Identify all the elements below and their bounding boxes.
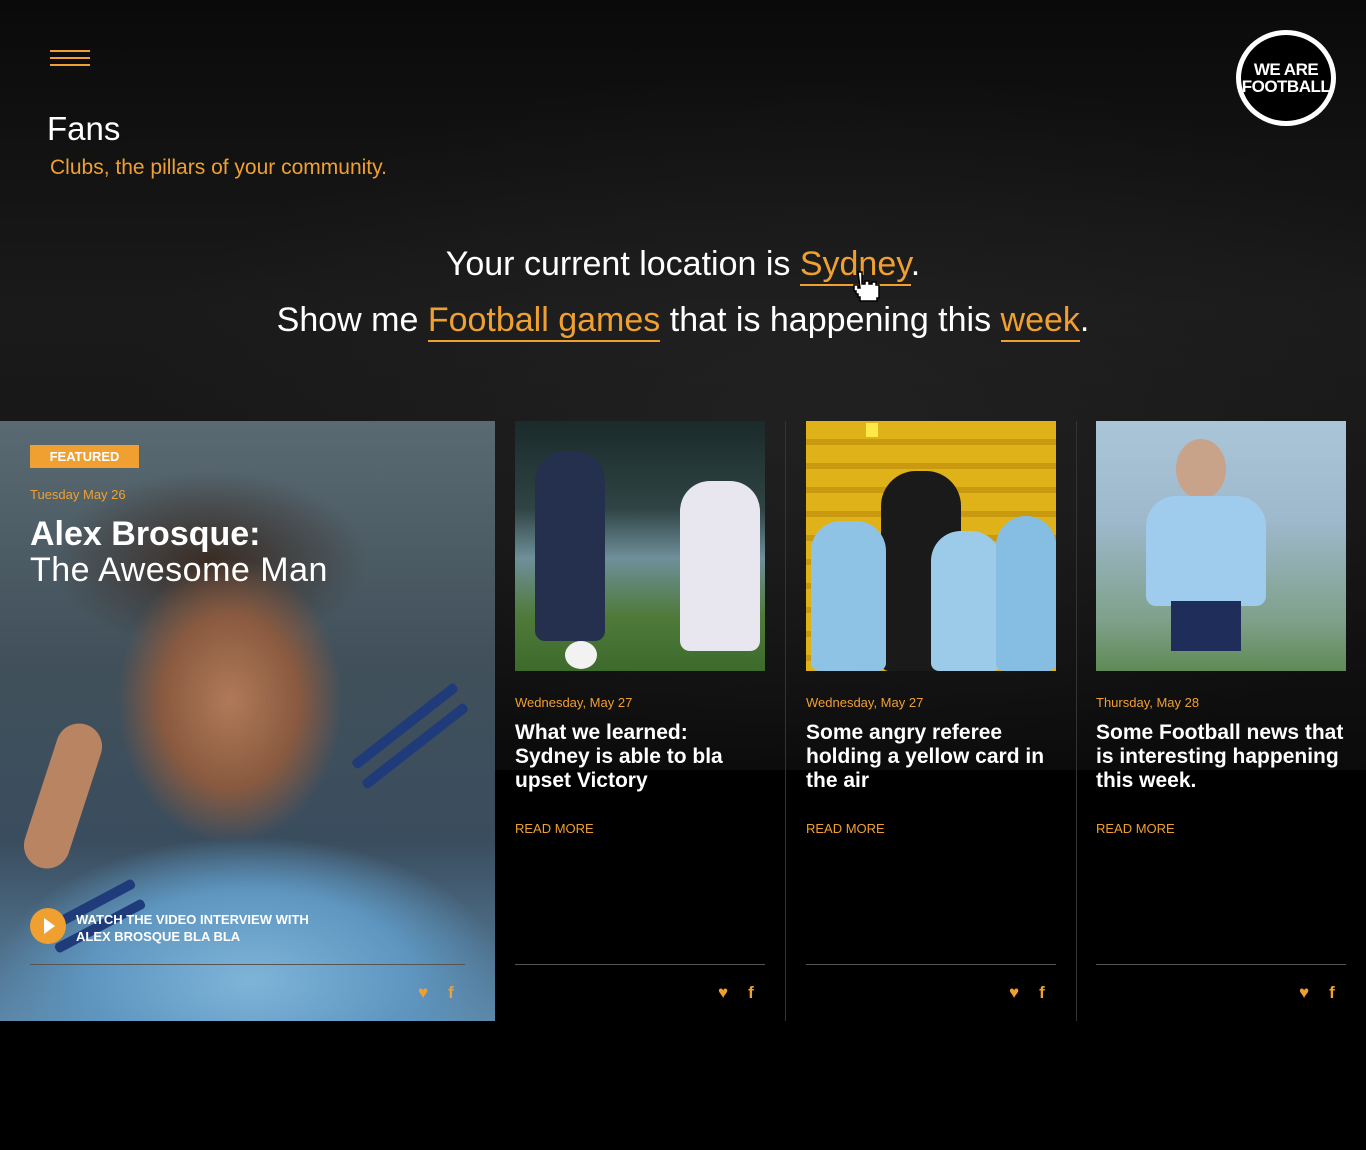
player-light-blue <box>811 521 886 671</box>
ball <box>565 641 597 669</box>
news-card[interactable]: Wednesday, May 27 Some angry referee hol… <box>806 421 1056 1021</box>
facebook-icon[interactable]: f <box>1329 983 1335 1003</box>
featured-card[interactable]: FEATURED Tuesday May 26 Alex Brosque: Th… <box>0 421 495 1021</box>
twitter-icon[interactable]: ♥ <box>1009 983 1019 1003</box>
share-buttons: ♥ f <box>718 983 754 1003</box>
filter-prefix: Show me <box>276 301 428 339</box>
card-date: Thursday, May 28 <box>1096 695 1200 710</box>
player-white <box>680 481 760 651</box>
card-date: Wednesday, May 27 <box>515 695 633 710</box>
divider <box>1096 964 1346 965</box>
card-image-referee[interactable] <box>806 421 1056 671</box>
location-selector[interactable]: Sydney <box>799 245 911 286</box>
filter-sentence: Show me Football games that is happening… <box>0 301 1366 342</box>
twitter-icon[interactable]: ♥ <box>1299 983 1309 1003</box>
menu-line <box>50 64 90 66</box>
card-image-players[interactable] <box>515 421 765 671</box>
page-title: Fans <box>47 110 121 147</box>
player-jersey <box>1146 496 1266 606</box>
facebook-icon[interactable]: f <box>748 983 754 1003</box>
player-light-blue <box>996 516 1056 671</box>
play-icon[interactable] <box>30 908 66 944</box>
we-are-football-logo[interactable]: WE ARE FOOTBALL <box>1236 30 1336 126</box>
location-prefix: Your current location is <box>445 245 800 283</box>
facebook-icon[interactable]: f <box>1039 983 1045 1003</box>
period-selector[interactable]: week <box>1000 301 1080 342</box>
menu-line <box>50 57 90 59</box>
featured-subtitle[interactable]: The Awesome Man <box>30 551 328 590</box>
player-light-blue <box>931 531 1001 671</box>
card-image-player-running[interactable] <box>1096 421 1346 671</box>
read-more-link[interactable]: READ MORE <box>1096 821 1175 836</box>
news-cards: FEATURED Tuesday May 26 Alex Brosque: Th… <box>0 421 1366 1021</box>
filter-suffix: . <box>1079 301 1090 339</box>
pointing-finger <box>17 717 109 875</box>
news-card[interactable]: Wednesday, May 27 What we learned: Sydne… <box>515 421 765 1021</box>
twitter-icon[interactable]: ♥ <box>418 983 428 1003</box>
player-head <box>1176 439 1226 499</box>
card-title[interactable]: Some angry referee holding a yellow card… <box>806 721 1056 793</box>
category-selector[interactable]: Football games <box>427 301 661 342</box>
player-shorts <box>1171 601 1241 651</box>
read-more-link[interactable]: READ MORE <box>806 821 885 836</box>
page-subtitle: Clubs, the pillars of your community. <box>50 156 387 179</box>
player-navy <box>535 451 605 641</box>
column-divider <box>1076 421 1077 1021</box>
read-more-link[interactable]: READ MORE <box>515 821 594 836</box>
logo-text-line1: WE ARE <box>1253 60 1319 79</box>
share-buttons: ♥ f <box>418 983 454 1003</box>
menu-line <box>50 50 90 52</box>
featured-date: Tuesday May 26 <box>30 487 126 502</box>
card-title[interactable]: What we learned: Sydney is able to bla u… <box>515 721 765 793</box>
card-title[interactable]: Some Football news that is interesting h… <box>1096 721 1346 793</box>
logo-text-line2: FOOTBALL <box>1241 77 1331 96</box>
filter-middle: that is happening this <box>660 301 1001 339</box>
column-divider <box>785 421 786 1021</box>
featured-badge: FEATURED <box>30 445 139 468</box>
news-card[interactable]: Thursday, May 28 Some Football news that… <box>1096 421 1346 1021</box>
divider <box>806 964 1056 965</box>
share-buttons: ♥ f <box>1009 983 1045 1003</box>
location-sentence: Your current location is Sydney. <box>0 245 1366 286</box>
watch-video-link[interactable]: WATCH THE VIDEO INTERVIEW WITH ALEX BROS… <box>76 911 336 945</box>
menu-button[interactable] <box>50 50 90 68</box>
facebook-icon[interactable]: f <box>448 983 454 1003</box>
card-date: Wednesday, May 27 <box>806 695 924 710</box>
yellow-card <box>866 423 878 437</box>
twitter-icon[interactable]: ♥ <box>718 983 728 1003</box>
featured-title[interactable]: Alex Brosque: <box>30 515 261 554</box>
divider <box>30 964 465 965</box>
divider <box>515 964 765 965</box>
location-suffix: . <box>910 245 921 283</box>
share-buttons: ♥ f <box>1299 983 1335 1003</box>
